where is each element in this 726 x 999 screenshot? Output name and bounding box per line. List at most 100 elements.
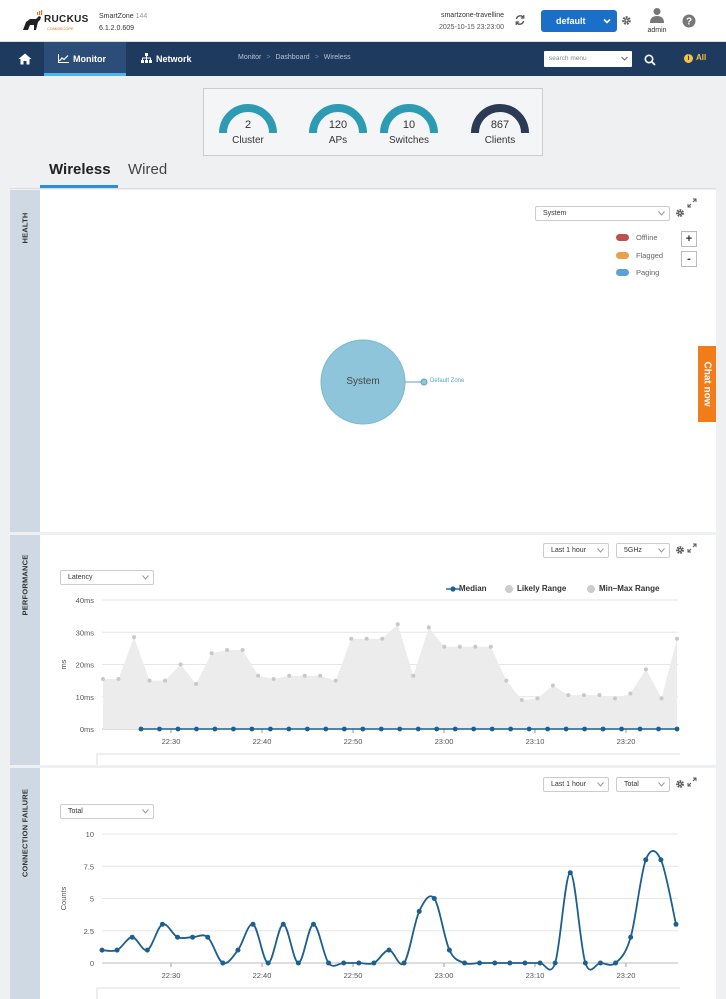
search-menu-input[interactable]: search menu (544, 51, 632, 67)
breadcrumb-item[interactable]: Dashboard (275, 54, 309, 61)
zoom-out-button[interactable]: - (681, 251, 697, 267)
zoom-in-button[interactable]: + (681, 231, 697, 247)
y-tick-label: 30ms (76, 628, 95, 637)
performance-label: PERFORMANCE (20, 554, 30, 616)
main-navbar: Monitor Network Monitor > Dashboard > Wirele… (0, 42, 726, 76)
y-tick-label: 20ms (76, 661, 95, 670)
chat-now-label: Chat now (701, 361, 713, 407)
metric-select[interactable]: Latency (60, 570, 154, 585)
logo-subtext: COMMSCOPE (47, 26, 74, 31)
y-axis-label: ms (59, 659, 68, 669)
expand-icon[interactable] (687, 543, 697, 553)
x-tick-label: 22:50 (344, 737, 363, 746)
max-point (271, 677, 276, 682)
max-point (473, 644, 478, 649)
stat-aps[interactable]: 120 APs (307, 99, 369, 151)
search-menu-placeholder: search menu (549, 55, 587, 62)
breadcrumb: Monitor > Dashboard > Wireless (238, 54, 351, 61)
counts-point (628, 934, 634, 940)
tab-wired[interactable]: Wired (128, 161, 167, 178)
legend-swatch (616, 252, 629, 259)
y-tick-label: 40ms (76, 596, 95, 605)
failure-type-value: Total (624, 781, 639, 788)
gear-icon[interactable] (675, 779, 685, 789)
breadcrumb-item-current: Wireless (323, 54, 351, 61)
counts-point (507, 960, 513, 966)
chat-now-button[interactable]: Chat now (698, 346, 716, 422)
network-icon (141, 53, 152, 63)
max-point (628, 691, 633, 696)
breadcrumb-item[interactable]: Monitor (238, 54, 261, 61)
user-avatar-icon[interactable] (650, 7, 664, 23)
health-view-select-value: System (543, 210, 567, 217)
x-tick-label: 23:10 (526, 971, 545, 980)
expand-icon[interactable] (687, 777, 697, 787)
stat-switches[interactable]: 10 Switches (378, 99, 440, 151)
median-point (452, 726, 458, 732)
band-select[interactable]: 5GHz (616, 543, 670, 558)
time-range-value: Last 1 hour (551, 547, 587, 554)
search-icon[interactable] (644, 54, 656, 66)
max-point (411, 673, 416, 678)
median-point (157, 726, 162, 732)
counts-point (99, 947, 105, 953)
counts-point (597, 960, 603, 966)
stat-clients[interactable]: 867 Clients (469, 99, 531, 151)
max-point (488, 644, 493, 649)
refresh-icon[interactable] (514, 14, 526, 26)
info-icon: i (684, 54, 693, 63)
connection-failure-label: CONNECTION FAILURE (20, 788, 30, 878)
max-point (225, 647, 230, 652)
gear-icon[interactable] (675, 545, 685, 555)
counts-point (416, 908, 422, 914)
counts-point (341, 960, 347, 966)
time-range-value: Last 1 hour (551, 781, 587, 788)
x-tick-label: 23:00 (435, 737, 454, 746)
counts-point (582, 960, 588, 966)
gear-icon[interactable] (621, 15, 632, 26)
x-tick-label: 23:20 (617, 971, 636, 980)
median-point (304, 726, 310, 732)
x-tick-label: 23:20 (617, 737, 636, 746)
y-tick-label: 5 (90, 895, 94, 904)
median-point (656, 726, 661, 732)
stat-cluster[interactable]: 2 Cluster (217, 99, 279, 151)
max-point (163, 678, 168, 683)
band-select-value: 5GHz (624, 547, 642, 554)
chevron-down-icon (142, 575, 149, 580)
time-range-select[interactable]: Last 1 hour (543, 777, 609, 792)
nav-tab-monitor[interactable]: Monitor (44, 42, 126, 76)
x-tick-label: 22:30 (162, 971, 181, 980)
counts-point (431, 896, 437, 901)
time-range-select[interactable]: Last 1 hour (543, 543, 609, 558)
max-point (426, 625, 431, 630)
home-icon[interactable] (18, 53, 32, 65)
counts-point (386, 947, 392, 953)
median-point (582, 726, 587, 732)
failure-stage-select[interactable]: Total (60, 804, 154, 819)
failure-type-select[interactable]: Total (616, 777, 670, 792)
stat-value: 10 (402, 119, 416, 131)
max-point (364, 636, 369, 641)
line-chart-icon (58, 54, 69, 63)
tab-wireless[interactable]: Wireless (49, 161, 111, 178)
help-icon[interactable]: ? (682, 14, 696, 28)
y-tick-label: 7.5 (84, 862, 94, 871)
alarm-filter-all[interactable]: i All (684, 53, 706, 63)
breadcrumb-separator: > (266, 54, 271, 61)
system-time: 2025-10-15 23:23:00 (439, 24, 504, 31)
health-view-select[interactable]: System (535, 206, 670, 221)
topology-child-node[interactable] (420, 378, 428, 386)
topology-child-label[interactable]: Default Zone (430, 378, 464, 384)
nav-tab-network[interactable]: Network (138, 42, 210, 76)
counts-point (537, 960, 543, 966)
expand-icon[interactable] (687, 198, 697, 208)
connection-failure-panel: CONNECTION FAILURE Last 1 hour Total Tot… (10, 768, 716, 999)
chevron-down-icon (658, 782, 665, 787)
stat-label: Clients (484, 135, 516, 146)
domain-dropdown-button[interactable]: default (541, 10, 617, 32)
user-label[interactable]: admin (644, 27, 670, 34)
health-side-strip: HEALTH (10, 190, 40, 532)
gear-icon[interactable] (675, 208, 685, 218)
y-axis-label: Counts (59, 886, 68, 910)
